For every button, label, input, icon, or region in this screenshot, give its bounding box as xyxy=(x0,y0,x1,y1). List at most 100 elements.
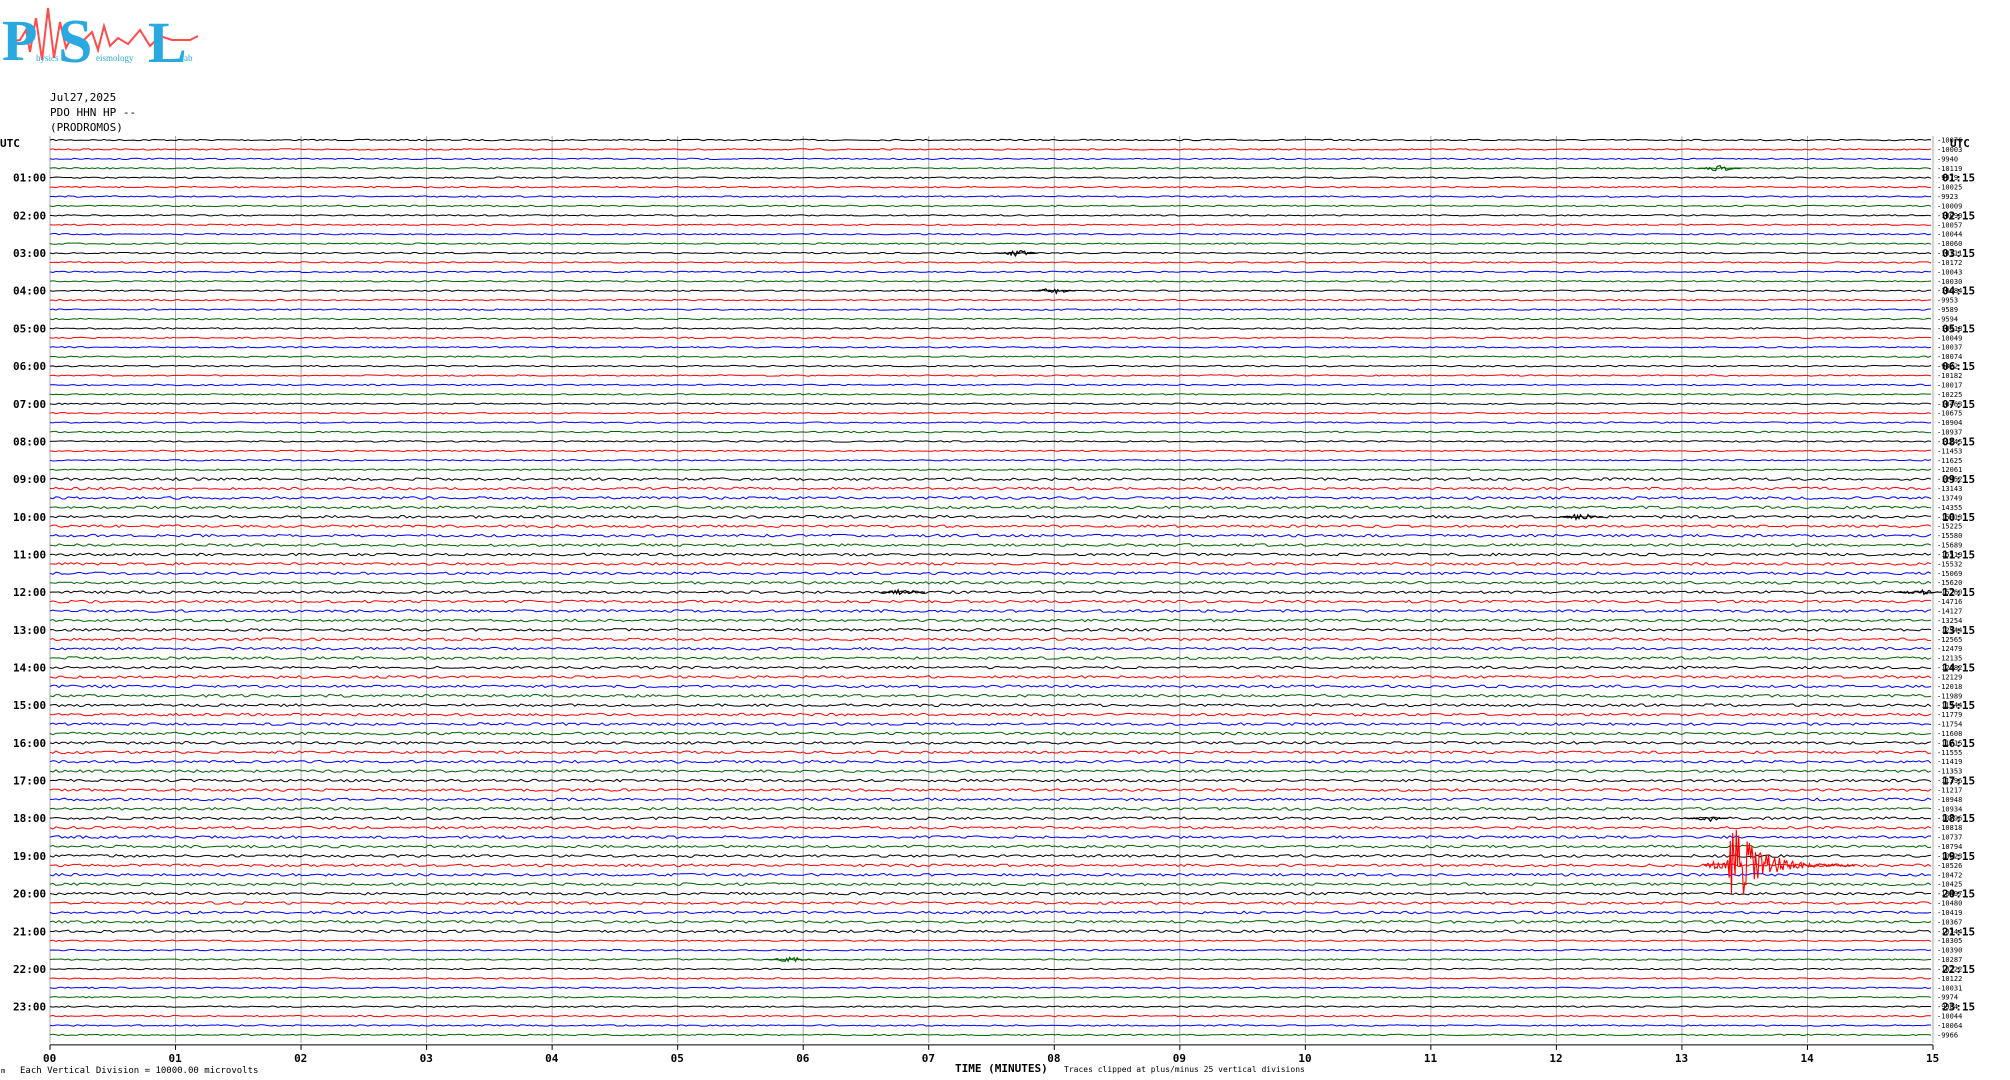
trace-offset-label: -12129 xyxy=(1937,673,1962,681)
trace-offset-label: -10526 xyxy=(1937,862,1962,870)
trace-line xyxy=(49,731,1932,736)
trace-line xyxy=(49,223,1932,227)
trace-offset-label: -10305 xyxy=(1937,937,1962,945)
x-tick-label: 08 xyxy=(1047,1052,1060,1065)
trace-line xyxy=(49,806,1932,811)
clip-note: Traces clipped at plus/minus 25 vertical… xyxy=(1064,1065,1305,1074)
seismic-event xyxy=(766,956,813,963)
trace-offset-label: -14716 xyxy=(1937,598,1962,606)
trace-line xyxy=(49,627,1932,632)
trace-line xyxy=(49,590,1932,595)
trace-line xyxy=(50,185,1931,189)
trace-offset-label: -15580 xyxy=(1937,532,1962,540)
trace-offset-label: -9923 xyxy=(1937,193,1958,201)
seismic-event xyxy=(1683,816,1729,823)
trace-line xyxy=(49,854,1932,858)
trace-line xyxy=(49,204,1932,208)
x-tick-label: 07 xyxy=(922,1052,935,1065)
trace-offset-label: -11555 xyxy=(1937,749,1962,757)
trace-line xyxy=(49,891,1931,896)
hour-label-left: 12:00 xyxy=(13,586,46,599)
trace-line xyxy=(49,844,1932,849)
trace-line xyxy=(49,1014,1932,1018)
hour-label-left: 03:00 xyxy=(13,247,46,260)
trace-line xyxy=(49,308,1932,311)
trace-line xyxy=(49,280,1932,283)
trace-line xyxy=(49,1033,1932,1037)
trace-line xyxy=(49,656,1932,661)
helicorder-chart: P S L hysics eismology ab Jul27,2025 PDO… xyxy=(0,7,1975,1076)
trace-offset-label: -10182 xyxy=(1937,372,1962,380)
hour-label-left: 07:00 xyxy=(13,398,46,411)
hour-label-left: 14:00 xyxy=(13,662,46,675)
trace-line xyxy=(49,948,1932,952)
logo-fragment-1: hysics xyxy=(36,53,59,63)
trace-offset-label: -10049 xyxy=(1937,334,1962,342)
trace-offset-label: -10472 xyxy=(1937,871,1962,879)
trace-line xyxy=(49,750,1932,755)
hour-label-left: 04:00 xyxy=(13,285,46,298)
trace-line xyxy=(49,599,1931,604)
trace-line xyxy=(49,637,1932,642)
logo-letter-l: L xyxy=(148,10,187,75)
x-tick-label: 02 xyxy=(294,1052,307,1065)
trace-offset-label: -11779 xyxy=(1937,711,1962,719)
x-tick-label: 15 xyxy=(1926,1052,1939,1065)
hour-label-left: 09:00 xyxy=(13,473,46,486)
trace-line xyxy=(49,402,1932,406)
trace-line xyxy=(49,477,1932,481)
trace-line xyxy=(49,533,1932,538)
header-station: (PRODROMOS) xyxy=(50,121,123,134)
x-tick-label: 04 xyxy=(545,1052,559,1065)
trace-offset-label: -13143 xyxy=(1937,485,1962,493)
hour-label-right: 19:15 xyxy=(1942,850,1975,863)
trace-line xyxy=(49,995,1932,999)
hour-label-right: 22:15 xyxy=(1942,963,1975,976)
trace-line xyxy=(49,665,1931,670)
trace-offset-label: -12479 xyxy=(1937,645,1962,653)
trace-line xyxy=(49,393,1932,396)
trace-line xyxy=(49,157,1932,161)
hour-label-left: 20:00 xyxy=(13,888,46,901)
trace-line xyxy=(49,703,1932,708)
trace-line xyxy=(49,552,1932,557)
trace-offset-label: -10025 xyxy=(1937,184,1962,192)
trace-line xyxy=(49,440,1932,443)
x-tick-label: 14 xyxy=(1800,1052,1814,1065)
hour-label-right: 08:15 xyxy=(1942,435,1975,448)
trace-line xyxy=(49,383,1932,387)
trace-offset-label: -10948 xyxy=(1937,796,1962,804)
trace-lines xyxy=(49,138,1932,1037)
trace-offset-label: -15225 xyxy=(1937,523,1962,531)
hour-label-left: 22:00 xyxy=(13,963,46,976)
trace-offset-label: -9966 xyxy=(1937,1031,1958,1039)
trace-line xyxy=(49,327,1932,330)
trace-line xyxy=(49,214,1932,217)
trace-line xyxy=(49,232,1932,236)
trace-line xyxy=(49,618,1932,623)
trace-offset-label: -9953 xyxy=(1937,297,1958,305)
trace-offset-label: -10675 xyxy=(1937,410,1962,418)
trace-line xyxy=(49,449,1932,453)
trace-line xyxy=(49,835,1932,839)
x-tick-label: 01 xyxy=(169,1052,183,1065)
trace-offset-label: -15069 xyxy=(1937,570,1962,578)
x-tick-label: 00 xyxy=(43,1052,56,1065)
hour-label-left: 13:00 xyxy=(13,624,46,637)
trace-line xyxy=(49,693,1932,698)
hour-label-left: 21:00 xyxy=(13,925,46,938)
hour-label-right: 06:15 xyxy=(1942,360,1975,373)
trace-offset-label: -10480 xyxy=(1937,900,1962,908)
trace-line xyxy=(49,580,1932,585)
hour-label-right: 02:15 xyxy=(1942,209,1975,222)
trace-line xyxy=(49,138,1932,142)
trace-offset-label: -15532 xyxy=(1937,560,1962,568)
trace-line xyxy=(49,675,1932,679)
hour-label-left: 06:00 xyxy=(13,360,46,373)
trace-line xyxy=(49,759,1932,764)
trace-line xyxy=(49,778,1932,783)
trace-line xyxy=(49,788,1932,792)
trace-line xyxy=(49,816,1932,821)
x-tick-label: 06 xyxy=(796,1052,810,1065)
trace-line xyxy=(49,986,1932,990)
